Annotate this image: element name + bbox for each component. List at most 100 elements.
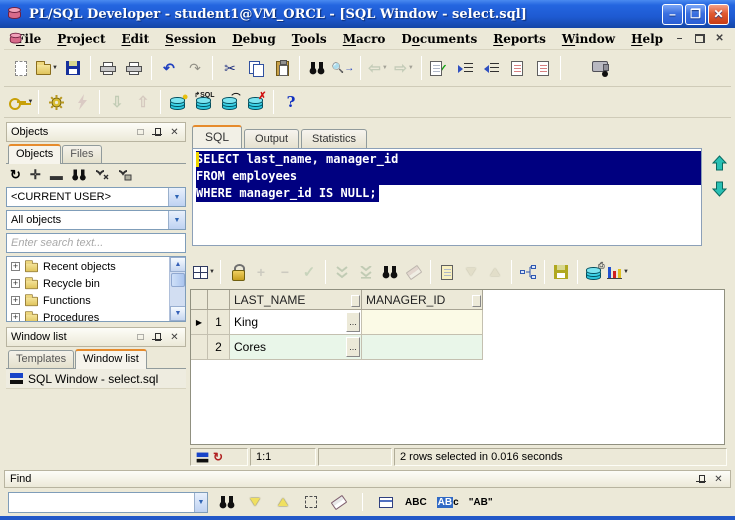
cell-ellipsis-button[interactable]: ... xyxy=(346,337,360,357)
object-filter-select[interactable]: All objects ▼ xyxy=(6,210,186,230)
sort-descending-button[interactable] xyxy=(459,260,483,284)
logon-dropdown-arrow-icon[interactable]: ▼ xyxy=(28,99,34,105)
expand-icon[interactable]: + xyxy=(11,279,20,288)
find-cell-mode-button[interactable] xyxy=(377,492,395,512)
window-list-float-button[interactable]: □ xyxy=(134,331,147,344)
filter-settings-icon[interactable] xyxy=(118,169,132,181)
expand-icon[interactable]: + xyxy=(11,313,20,321)
undo-button[interactable]: ↶ xyxy=(156,55,182,81)
schema-select[interactable]: <CURRENT USER> ▼ xyxy=(6,187,186,207)
find-search-combo[interactable]: ▼ xyxy=(8,491,208,513)
row-selector[interactable] xyxy=(191,335,208,360)
test-window-button[interactable]: ● xyxy=(165,90,191,114)
column-header-button[interactable] xyxy=(351,295,360,307)
tab-window-list[interactable]: Window list xyxy=(75,349,147,369)
doc-to-end-button[interactable] xyxy=(504,55,530,81)
find-previous-up-button[interactable] xyxy=(274,492,292,512)
scroll-up-icon[interactable]: ▲ xyxy=(170,257,185,272)
tree-scrollbar[interactable]: ▲ ▼ xyxy=(169,257,185,321)
grid-layout-button[interactable]: ▼ xyxy=(192,260,216,284)
find-case-sensitive-button[interactable]: AB c xyxy=(436,492,459,512)
object-search-input[interactable] xyxy=(7,234,185,252)
objects-float-button[interactable]: □ xyxy=(134,126,147,139)
copy-to-excel-button[interactable] xyxy=(435,260,459,284)
redo-button[interactable]: ↷ xyxy=(182,55,208,81)
close-button[interactable]: ✕ xyxy=(708,3,729,25)
sql-editor[interactable]: SELECT last_name, manager_id FROM employ… xyxy=(192,148,702,246)
window-list-close-button[interactable]: ✕ xyxy=(168,331,181,344)
help-button[interactable]: ? xyxy=(278,90,304,114)
find-combo-arrow-icon[interactable]: ▼ xyxy=(194,492,207,512)
cell-ellipsis-button[interactable]: ... xyxy=(346,312,360,332)
find-pin-button[interactable] xyxy=(695,473,708,486)
mdi-close-button[interactable]: ✕ xyxy=(711,31,728,46)
filter-icon[interactable] xyxy=(95,169,109,181)
import-button[interactable]: ⇩ xyxy=(104,90,130,114)
paste-button[interactable] xyxy=(269,55,295,81)
find-clear-button[interactable] xyxy=(330,492,348,512)
record-macro-button[interactable] xyxy=(587,55,613,81)
print-setup-button[interactable] xyxy=(121,55,147,81)
menu-tools[interactable]: Tools xyxy=(284,30,335,48)
minimize-button[interactable]: – xyxy=(662,3,683,25)
scroll-thumb[interactable] xyxy=(171,273,185,287)
find-close-button[interactable]: ✕ xyxy=(712,473,725,486)
unindent-button[interactable] xyxy=(478,55,504,81)
column-header-last-name[interactable]: LAST_NAME xyxy=(230,290,362,310)
edit-data-button[interactable] xyxy=(402,260,426,284)
export-button[interactable]: ⇧ xyxy=(130,90,156,114)
insert-row-button[interactable]: + xyxy=(249,260,273,284)
tab-statistics[interactable]: Statistics xyxy=(301,129,368,148)
delete-row-button[interactable]: − xyxy=(273,260,297,284)
tree-item-recent-objects[interactable]: + Recent objects xyxy=(7,258,168,275)
expand-icon[interactable]: + xyxy=(11,296,20,305)
open-file-button[interactable]: ▼ xyxy=(34,55,60,81)
find-button[interactable] xyxy=(304,55,330,81)
tree-item-functions[interactable]: + Functions xyxy=(7,292,168,309)
window-list-pin-button[interactable] xyxy=(151,331,164,344)
print-results-button[interactable]: ⎙ xyxy=(582,260,606,284)
find-object-binoculars-icon[interactable] xyxy=(72,169,86,181)
objects-pin-button[interactable] xyxy=(151,126,164,139)
mdi-minimize-button[interactable]: – xyxy=(671,31,688,46)
cut-button[interactable]: ✂ xyxy=(217,55,243,81)
column-header-button[interactable] xyxy=(472,295,481,307)
menu-edit[interactable]: Edit xyxy=(113,30,157,48)
row-selector[interactable]: ▶ xyxy=(191,310,208,335)
menu-reports[interactable]: Reports xyxy=(485,30,554,48)
window-list-item-sql-window[interactable]: SQL Window - select.sql xyxy=(6,369,186,389)
open-dropdown-arrow-icon[interactable]: ▼ xyxy=(52,65,58,71)
chart-dropdown-arrow-icon[interactable]: ▼ xyxy=(623,269,629,275)
save-file-button[interactable] xyxy=(60,55,86,81)
new-sql-window-button[interactable]: ↱SQL xyxy=(191,90,217,114)
doc-to-begin-button[interactable] xyxy=(530,55,556,81)
lock-button[interactable] xyxy=(225,260,249,284)
find-execute-button[interactable] xyxy=(218,492,236,512)
cell-last-name[interactable]: King... xyxy=(230,310,362,335)
grid-dropdown-arrow-icon[interactable]: ▼ xyxy=(209,269,215,275)
save-results-button[interactable] xyxy=(549,260,573,284)
rollback-button[interactable]: ✗ xyxy=(243,90,269,114)
tab-templates[interactable]: Templates xyxy=(8,350,75,368)
tree-item-procedures[interactable]: + Procedures xyxy=(7,309,168,321)
cell-manager-id[interactable] xyxy=(362,310,483,335)
menu-session[interactable]: Session xyxy=(157,30,224,48)
new-document-button[interactable] xyxy=(8,55,34,81)
menu-project[interactable]: Project xyxy=(49,30,113,48)
expand-plus-icon[interactable]: ✛ xyxy=(30,167,41,183)
find-next-down-button[interactable] xyxy=(246,492,264,512)
cell-manager-id[interactable] xyxy=(362,335,483,360)
column-header-manager-id[interactable]: MANAGER_ID xyxy=(362,290,483,310)
maximize-button[interactable]: ❐ xyxy=(685,3,706,25)
tab-files[interactable]: Files xyxy=(62,145,102,163)
schema-select-arrow-icon[interactable]: ▼ xyxy=(168,188,185,206)
post-changes-button[interactable]: ✓ xyxy=(297,260,321,284)
syntax-check-button[interactable]: ✓ xyxy=(426,55,452,81)
menu-documents[interactable]: Documents xyxy=(393,30,485,48)
copy-button[interactable] xyxy=(243,55,269,81)
objects-close-button[interactable]: ✕ xyxy=(168,126,181,139)
single-record-view-button[interactable] xyxy=(516,260,540,284)
row-number-cell[interactable]: 2 xyxy=(208,335,230,360)
refresh-icon[interactable]: ↻ xyxy=(10,167,21,183)
find-database-objects-button[interactable]: ⌒ xyxy=(217,90,243,114)
